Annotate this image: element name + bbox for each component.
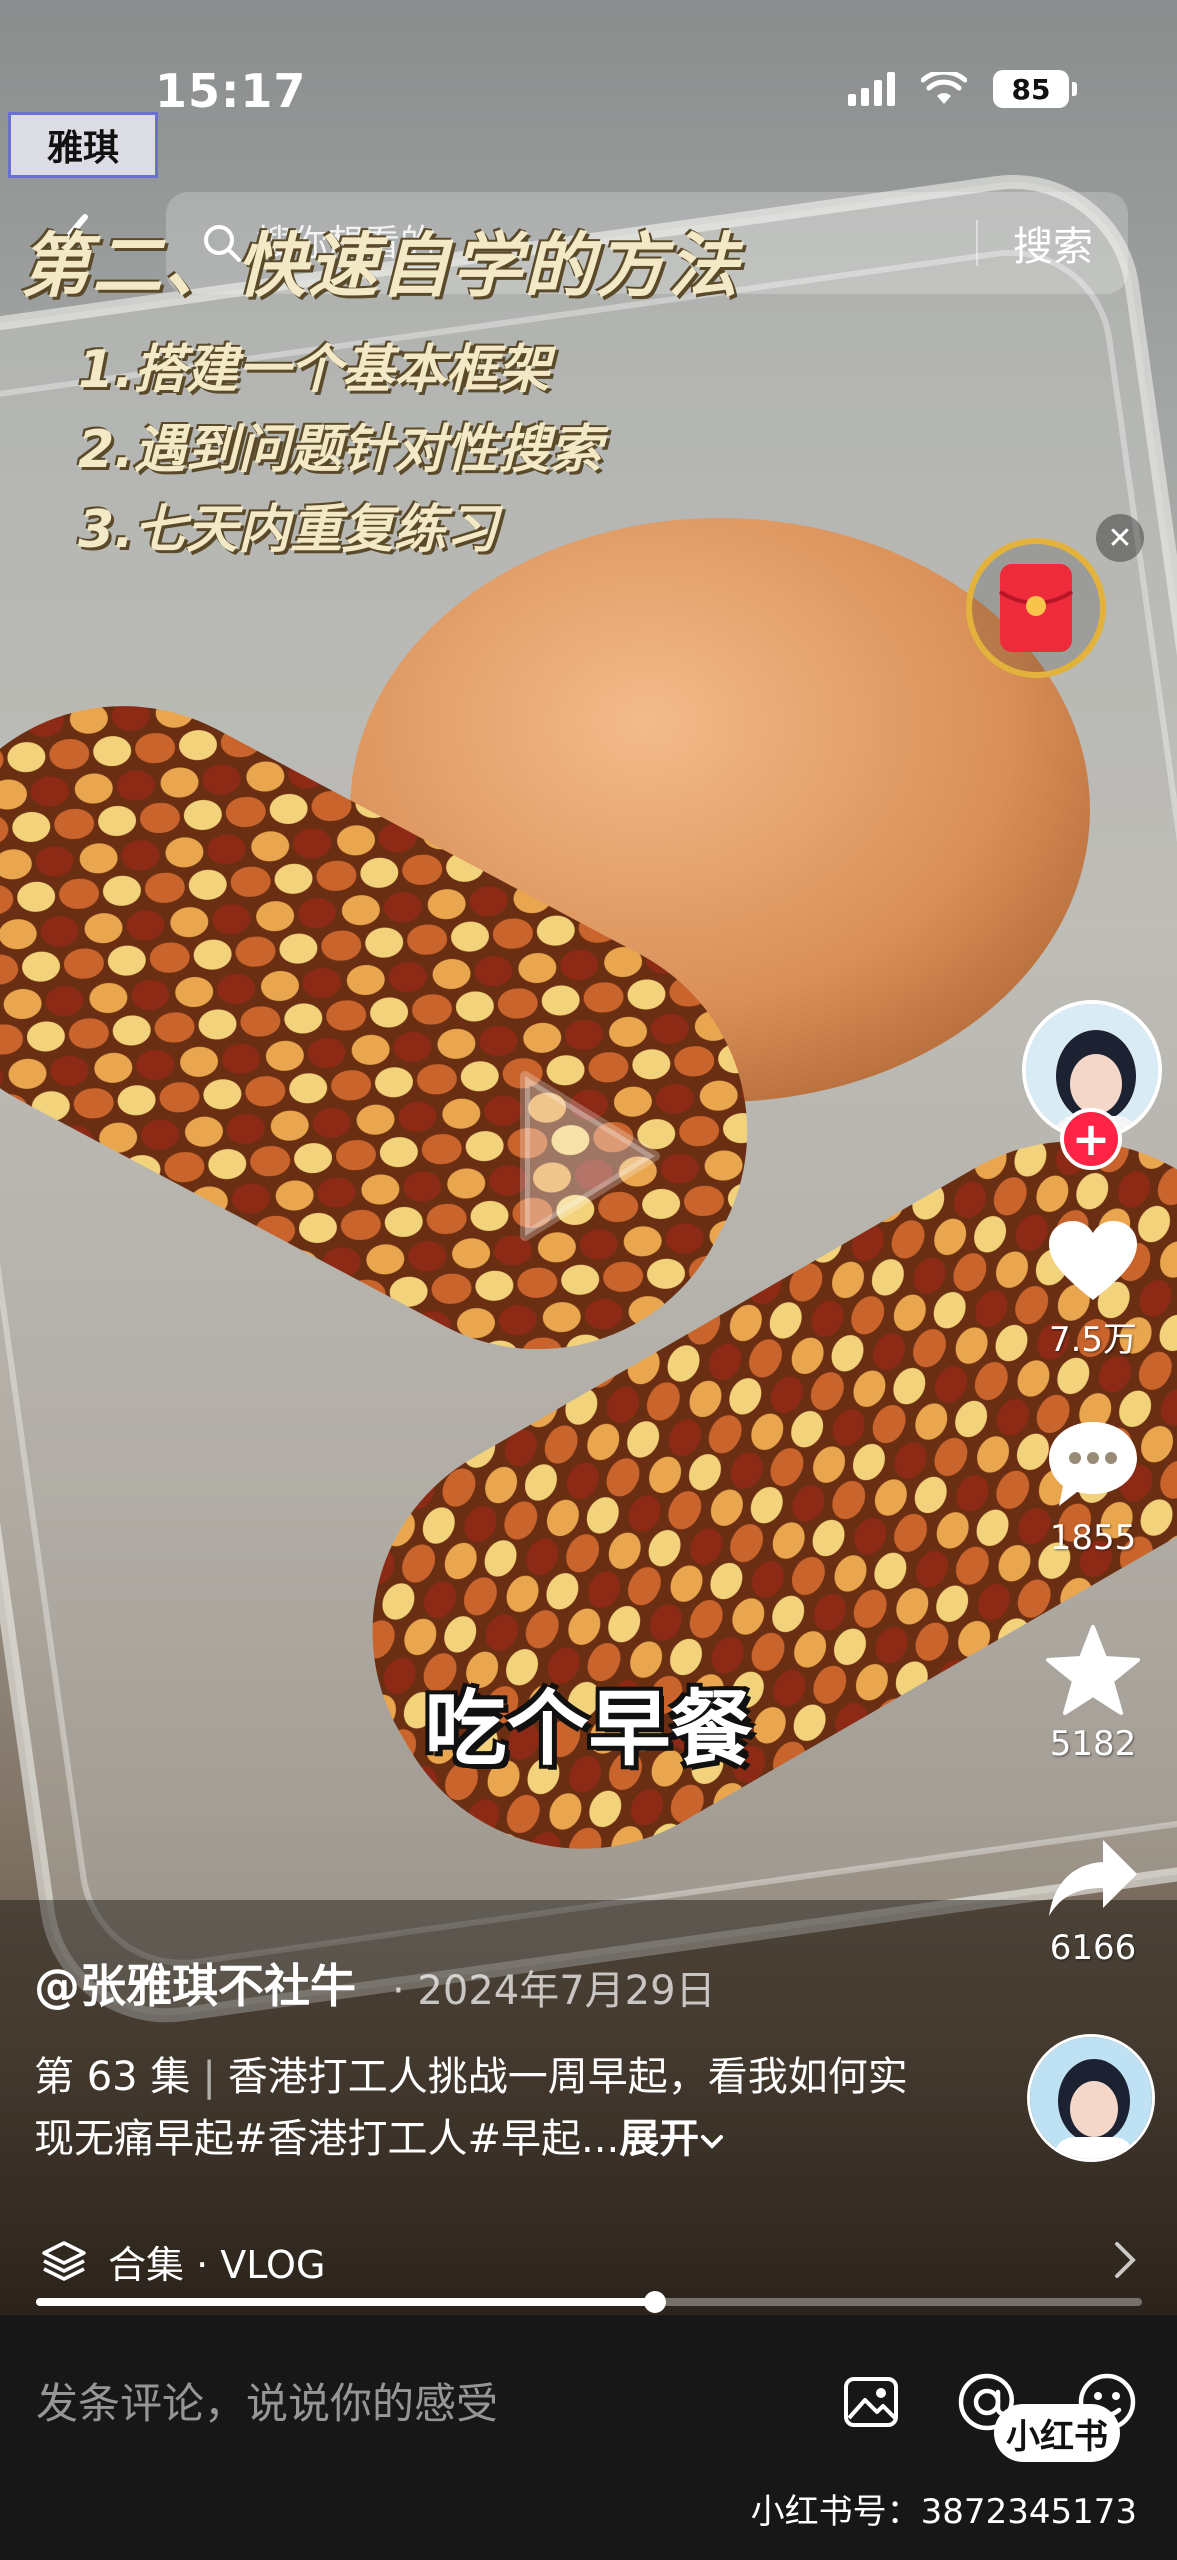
status-time: 15:17 xyxy=(155,64,307,118)
search-button[interactable]: 搜索 xyxy=(978,214,1128,272)
image-button[interactable] xyxy=(836,2367,906,2437)
star-count: 5182 xyxy=(1049,1724,1137,1764)
image-icon xyxy=(844,2377,898,2427)
watermark-user-id: 小红书号：3872345173 xyxy=(750,2492,1137,2532)
expand-button[interactable]: 展开 xyxy=(619,2116,725,2162)
collection-avatar[interactable] xyxy=(1027,2034,1155,2162)
author-name[interactable]: @张雅琪不社牛 xyxy=(34,1950,356,2016)
video-subtitle: 吃个早餐 xyxy=(424,1682,753,1777)
expand-label: 展开 xyxy=(619,2116,700,2162)
video-overlay-title: 第二、快速自学的方法 xyxy=(20,225,740,307)
collection-label: 合集 · VLOG xyxy=(108,2242,326,2287)
post-date: · 2024年7月29日 xyxy=(392,1968,716,2014)
overlay-list-item: 1.搭建一个基本框架 xyxy=(78,340,550,400)
wifi-icon xyxy=(921,72,967,104)
comment-button[interactable]: 1855 xyxy=(1030,1418,1156,1558)
share-button[interactable]: 6166 xyxy=(1030,1836,1156,1968)
collection-row[interactable]: 合集 · VLOG xyxy=(0,2226,1177,2296)
overlay-list-item: 3.七天内重复练习 xyxy=(78,500,498,560)
chevron-down-icon xyxy=(701,2135,724,2149)
status-icons: 85 xyxy=(848,70,1077,108)
episode-separator: | xyxy=(202,2054,216,2100)
video-progress-bar[interactable] xyxy=(36,2291,1142,2313)
creator-tag: 雅琪 xyxy=(8,112,158,178)
share-count: 6166 xyxy=(1049,1928,1137,1968)
battery-icon: 85 xyxy=(993,70,1077,108)
play-icon[interactable] xyxy=(505,1066,665,1246)
comment-input[interactable] xyxy=(36,2379,796,2428)
post-description[interactable]: 第 63 集 | 香港打工人挑战一周早起，看我如何实现无痛早起#香港打工人#早起..… xyxy=(34,2046,914,2170)
cellular-signal-icon xyxy=(848,72,895,106)
overlay-list-item: 2.遇到问题针对性搜索 xyxy=(78,420,602,480)
avatar-image xyxy=(1030,2037,1152,2159)
chevron-right-icon xyxy=(1115,2242,1136,2278)
red-envelope-icon xyxy=(998,564,1074,652)
comment-icon xyxy=(1049,1422,1137,1506)
layers-icon xyxy=(42,2241,86,2281)
red-envelope-button[interactable] xyxy=(966,538,1106,678)
star-icon xyxy=(1046,1625,1140,1715)
star-button[interactable]: 5182 xyxy=(1030,1624,1156,1764)
progress-fill xyxy=(36,2298,656,2306)
heart-icon xyxy=(1049,1221,1137,1300)
video-overlay-list: 1.搭建一个基本框架 2.遇到问题针对性搜索 3.七天内重复练习 xyxy=(78,330,602,570)
like-button[interactable]: 7.5万 xyxy=(1030,1218,1156,1361)
episode-label: 第 63 集 xyxy=(34,2054,191,2100)
xiaohongshu-logo: 小红书 xyxy=(994,2404,1120,2462)
like-count: 7.5万 xyxy=(1048,1320,1138,1360)
follow-button[interactable]: + xyxy=(1060,1108,1122,1170)
share-icon xyxy=(1049,1840,1137,1916)
comment-count: 1855 xyxy=(1049,1518,1137,1558)
close-icon[interactable]: ✕ xyxy=(1096,514,1144,562)
